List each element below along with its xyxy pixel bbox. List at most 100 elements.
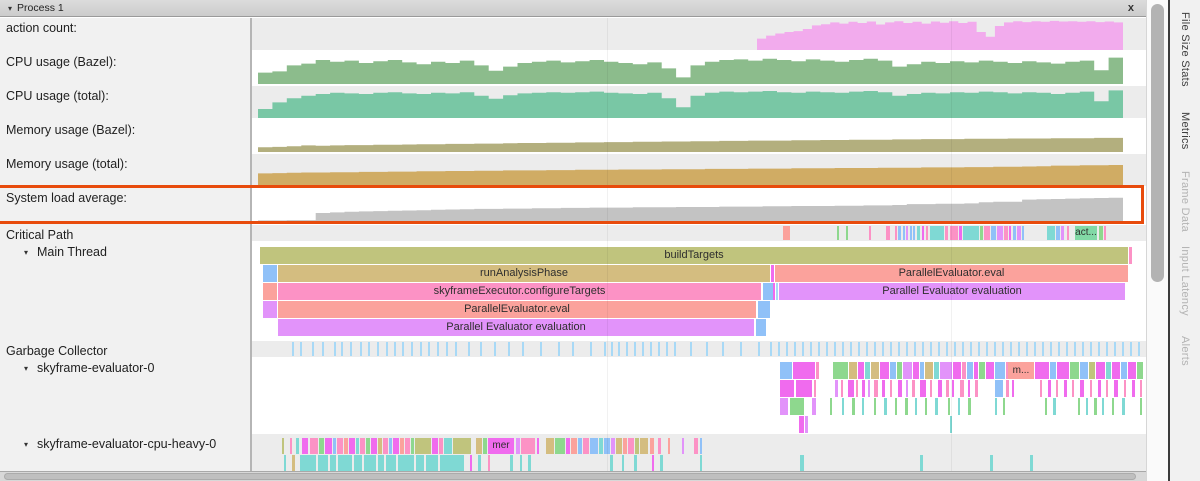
trace-event-tick[interactable] <box>1013 226 1016 240</box>
trace-event-tick[interactable] <box>994 342 996 356</box>
trace-span[interactable] <box>546 438 554 454</box>
trace-span[interactable] <box>488 455 490 471</box>
trace-span[interactable] <box>906 380 908 397</box>
trace-event-tick[interactable] <box>468 342 470 356</box>
trace-span[interactable] <box>393 438 399 454</box>
trace-span[interactable] <box>771 265 774 282</box>
trace-span[interactable] <box>520 455 522 471</box>
trace-event-tick[interactable] <box>402 342 404 356</box>
vertical-scrollbar-thumb[interactable] <box>1151 4 1164 282</box>
trace-event-tick[interactable] <box>1022 226 1024 240</box>
trace-event-tick[interactable] <box>1026 342 1028 356</box>
trace-span[interactable] <box>1132 380 1135 397</box>
trace-span[interactable] <box>833 362 848 379</box>
trace-span[interactable] <box>776 283 778 300</box>
trace-span[interactable] <box>862 380 865 397</box>
trace-event-tick[interactable] <box>690 342 692 356</box>
trace-span[interactable] <box>700 455 702 471</box>
trace-span[interactable] <box>1072 380 1074 397</box>
trace-span[interactable] <box>1064 380 1067 397</box>
trace-span[interactable] <box>354 455 362 471</box>
collapse-arrow-icon[interactable]: ▾ <box>24 248 28 257</box>
trace-event-tick[interactable] <box>963 226 979 240</box>
trace-span[interactable] <box>756 319 766 336</box>
trace-event-tick[interactable] <box>1090 342 1092 356</box>
trace-span[interactable] <box>871 362 879 379</box>
trace-event-tick[interactable] <box>938 342 940 356</box>
trace-event-tick[interactable] <box>846 226 848 240</box>
process-header[interactable]: ▾ Process 1 x <box>0 0 1146 17</box>
trace-event-tick[interactable] <box>1138 342 1140 356</box>
trace-span[interactable]: ParallelEvaluator.eval <box>278 301 756 318</box>
trace-span[interactable] <box>1124 380 1126 397</box>
trace-event-tick[interactable] <box>895 226 897 240</box>
trace-event-tick[interactable] <box>986 342 988 356</box>
trace-event-tick[interactable] <box>890 342 892 356</box>
trace-span[interactable] <box>310 438 318 454</box>
track-row-system-load[interactable] <box>252 188 1146 222</box>
trace-event-tick[interactable] <box>322 342 324 356</box>
trace-span[interactable] <box>555 438 565 454</box>
trace-span[interactable] <box>938 380 942 397</box>
trace-span[interactable] <box>292 455 295 471</box>
side-tab-file-size-stats[interactable]: File Size Stats <box>1179 12 1191 87</box>
trace-span[interactable] <box>1012 380 1014 397</box>
trace-span[interactable] <box>319 438 324 454</box>
trace-span[interactable] <box>952 380 954 397</box>
trace-event-tick[interactable] <box>758 342 760 356</box>
trace-span[interactable] <box>1128 362 1136 379</box>
trace-span[interactable]: mer <box>488 438 514 454</box>
trace-event-tick[interactable] <box>922 342 924 356</box>
row-label-skyframe-evaluator-0[interactable]: ▾skyframe-evaluator-0 <box>0 361 250 375</box>
trace-span[interactable] <box>330 455 336 471</box>
trace-span[interactable] <box>1140 398 1142 415</box>
trace-span[interactable] <box>263 301 277 318</box>
trace-span[interactable] <box>611 438 615 454</box>
trace-span[interactable] <box>599 438 603 454</box>
trace-event-tick[interactable] <box>386 342 388 356</box>
trace-span[interactable] <box>640 438 648 454</box>
track-row-cpu-total[interactable] <box>252 86 1146 118</box>
trace-event-tick[interactable] <box>906 226 908 240</box>
trace-event-labeled[interactable]: act... <box>1075 226 1097 240</box>
trace-event-tick[interactable] <box>1122 342 1124 356</box>
trace-span[interactable] <box>895 398 897 415</box>
trace-span[interactable] <box>528 455 531 471</box>
trace-span[interactable] <box>968 398 971 415</box>
trace-event-tick[interactable] <box>1098 342 1100 356</box>
side-tab-alerts[interactable]: Alerts <box>1179 336 1191 366</box>
trace-span[interactable] <box>1098 380 1101 397</box>
trace-span[interactable] <box>453 438 471 454</box>
trace-span[interactable] <box>1122 398 1125 415</box>
collapse-arrow-icon[interactable]: ▾ <box>24 364 28 373</box>
trace-span[interactable] <box>360 438 365 454</box>
trace-event-tick[interactable] <box>1106 342 1108 356</box>
trace-event-tick[interactable] <box>642 342 644 356</box>
trace-event-tick[interactable] <box>778 342 780 356</box>
track-canvas[interactable]: act...buildTargetsrunAnalysisPhaseParall… <box>252 18 1146 471</box>
trace-span[interactable] <box>903 362 912 379</box>
trace-span[interactable] <box>852 398 855 415</box>
trace-span[interactable] <box>366 438 370 454</box>
trace-span[interactable] <box>668 438 670 454</box>
trace-span[interactable] <box>1094 398 1097 415</box>
horizontal-scrollbar[interactable] <box>0 471 1146 481</box>
track-row-critical-path[interactable]: act... <box>252 225 1146 241</box>
trace-span[interactable] <box>995 380 1003 397</box>
trace-event-tick[interactable] <box>818 342 820 356</box>
trace-span[interactable] <box>439 438 443 454</box>
trace-span[interactable] <box>1003 398 1005 415</box>
trace-event-tick[interactable] <box>906 342 908 356</box>
trace-span[interactable] <box>758 301 770 318</box>
trace-event-tick[interactable] <box>834 342 836 356</box>
trace-event-tick[interactable] <box>428 342 430 356</box>
trace-span[interactable] <box>590 438 598 454</box>
trace-span[interactable]: Parallel Evaluator evaluation <box>278 319 754 336</box>
trace-span[interactable]: runAnalysisPhase <box>278 265 770 282</box>
trace-span[interactable] <box>953 362 961 379</box>
trace-event-tick[interactable] <box>842 342 844 356</box>
trace-event-tick[interactable] <box>930 342 932 356</box>
trace-span[interactable] <box>1089 362 1095 379</box>
trace-span[interactable] <box>1114 380 1118 397</box>
trace-event-tick[interactable] <box>1067 226 1069 240</box>
